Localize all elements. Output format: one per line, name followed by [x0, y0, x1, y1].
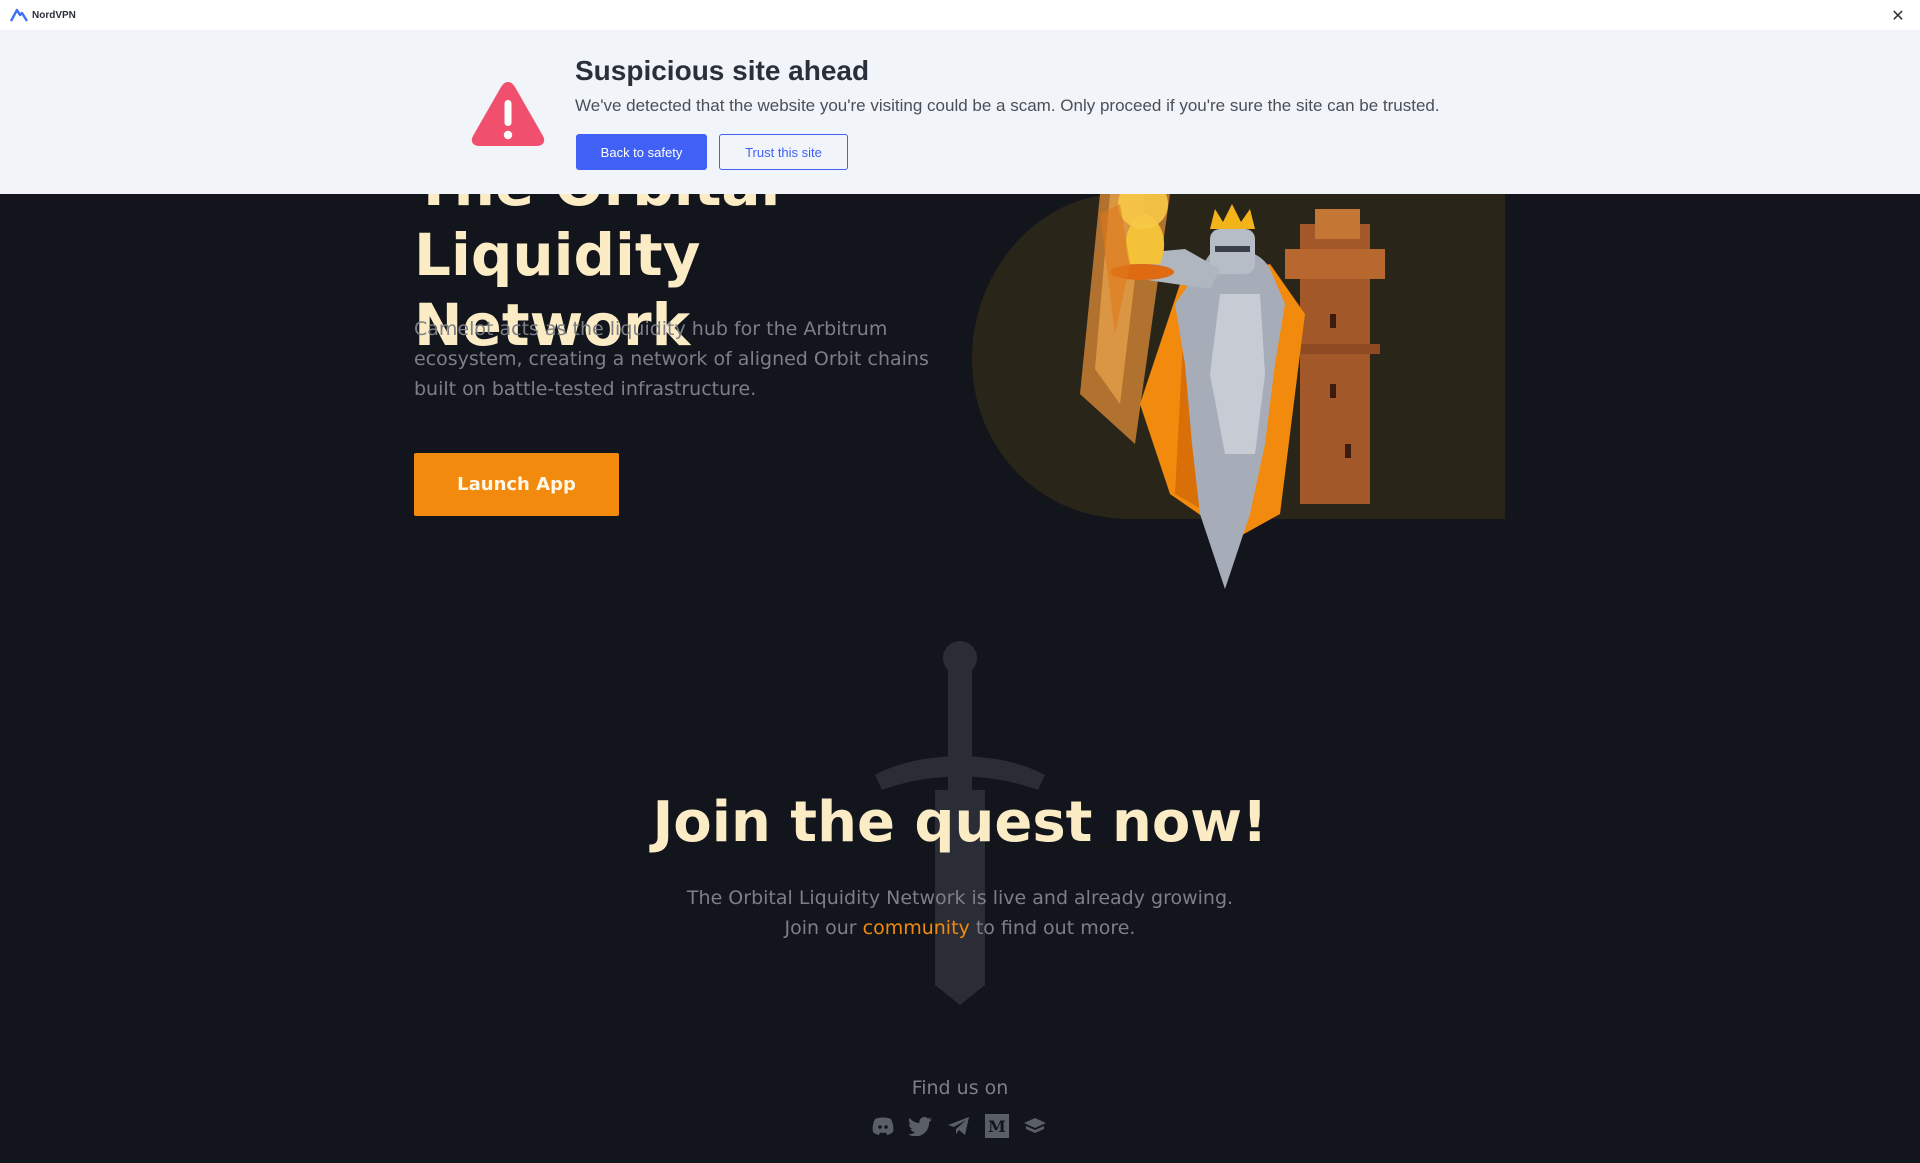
close-icon[interactable]: ✕: [1886, 3, 1910, 27]
join-description: The Orbital Liquidity Network is live an…: [0, 883, 1920, 943]
hero-description: Camelot acts as the liquidity hub for th…: [414, 318, 929, 400]
docs-icon[interactable]: [1022, 1113, 1048, 1139]
twitter-icon[interactable]: [908, 1113, 934, 1139]
find-us-label: Find us on: [911, 1077, 1009, 1099]
back-to-safety-button-front[interactable]: Back to safety: [576, 134, 707, 170]
warning-triangle-icon-front: [471, 82, 545, 146]
social-links: M: [870, 1113, 1048, 1139]
join-line2-prefix: Join our: [784, 917, 863, 939]
nordvpn-logo-icon: [10, 8, 28, 22]
warning-title-front: Suspicious site ahead: [575, 55, 870, 86]
discord-icon[interactable]: [870, 1113, 896, 1139]
knight-illustration: [972, 194, 1505, 589]
trust-this-site-button-front[interactable]: Trust this site: [719, 134, 848, 170]
warning-description-front: We've detected that the website you're v…: [575, 96, 1440, 115]
telegram-icon[interactable]: [946, 1113, 972, 1139]
nordvpn-brand-label: NordVPN: [32, 9, 76, 21]
nordvpn-top-bar: NordVPN ✕: [0, 0, 1920, 30]
community-link[interactable]: community: [863, 917, 970, 939]
join-line2: Join our community to find out more.: [0, 913, 1920, 943]
join-title: Join the quest now!: [652, 790, 1268, 855]
join-line1: The Orbital Liquidity Network is live an…: [686, 887, 1234, 909]
join-line2-suffix: to find out more.: [969, 917, 1136, 939]
svg-text:M: M: [988, 1117, 1006, 1136]
medium-icon[interactable]: M: [984, 1113, 1010, 1139]
launch-app-button[interactable]: Launch App: [414, 453, 619, 516]
nordvpn-brand: NordVPN: [10, 8, 76, 22]
